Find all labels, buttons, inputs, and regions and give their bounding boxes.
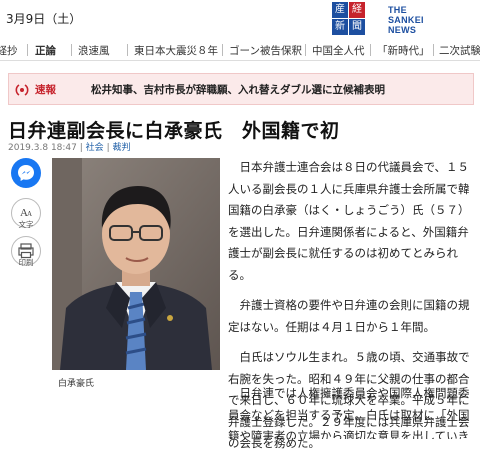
breaking-text[interactable]: 松井知事、吉村市長が辞職願、入れ替えダブル選に立候補表明 xyxy=(91,82,385,97)
portrait-image xyxy=(52,158,220,370)
nav-item-second-exam[interactable]: 二次試験 xyxy=(439,43,480,58)
print-label: 印刷 xyxy=(18,258,34,267)
svg-text:A: A xyxy=(27,210,32,218)
text-size-label: 文字 xyxy=(18,220,34,229)
current-date: 3月9日（土） xyxy=(6,12,82,26)
section-nav: 産経抄 正論 浪速風 東日本大震災８年 ゴーン被告保釈 中国全人代 「新時代」 … xyxy=(0,40,480,61)
nav-item-seiron[interactable]: 正論 xyxy=(35,43,56,58)
paragraph-2: 弁護士資格の要件や日弁連の会則に国籍の規定はない。任期は４月１日から１年間。 xyxy=(228,298,470,334)
paragraph-4: 日弁連では人権擁護委員会や国際人権問題委員会などを担当する予定。白氏は取材に「外… xyxy=(228,386,470,439)
nav-item-naniwakaze[interactable]: 浪速風 xyxy=(78,43,110,58)
photo-caption: 白承豪氏 xyxy=(58,379,95,389)
article-photo[interactable] xyxy=(52,158,220,370)
nav-item-sankeisho[interactable]: 産経抄 xyxy=(0,43,18,58)
messenger-icon xyxy=(18,165,34,181)
logo-mark: 産 経 新 聞 xyxy=(332,2,384,36)
logo-text: THE SANKEI NEWS xyxy=(388,5,424,35)
article-meta: 2019.3.8 18:47 | 社会 | 裁判 xyxy=(8,143,131,153)
breaking-label: 速報 xyxy=(35,84,56,96)
nav-item-ghosn[interactable]: ゴーン被告保釈 xyxy=(229,43,302,58)
category-link-trial[interactable]: 裁判 xyxy=(112,143,130,153)
nav-item-npc[interactable]: 中国全人代 xyxy=(312,43,365,58)
article-datetime: 2019.3.8 18:47 xyxy=(8,143,77,153)
breaking-news-banner[interactable]: 速報 松井知事、吉村市長が辞職願、入れ替えダブル選に立候補表明 xyxy=(8,73,474,105)
alert-icon xyxy=(15,82,29,101)
category-link-society[interactable]: 社会 xyxy=(86,143,104,153)
messenger-share-button[interactable] xyxy=(11,158,41,188)
paragraph-1: 日本弁護士連合会は８日の代議員会で、１５人いる副会長の１人に兵庫県弁護士会所属で… xyxy=(228,160,470,282)
nav-item-new-era[interactable]: 「新時代」 xyxy=(377,43,430,58)
article-title: 日弁連副会長に白承豪氏 外国籍で初 xyxy=(8,120,340,142)
top-bar: 3月9日（土） 産 経 新 聞 THE SANKEI NEWS xyxy=(0,0,480,38)
sankei-logo[interactable]: 産 経 新 聞 THE SANKEI NEWS xyxy=(332,2,480,36)
nav-item-earthquake[interactable]: 東日本大震災８年 xyxy=(134,43,218,58)
